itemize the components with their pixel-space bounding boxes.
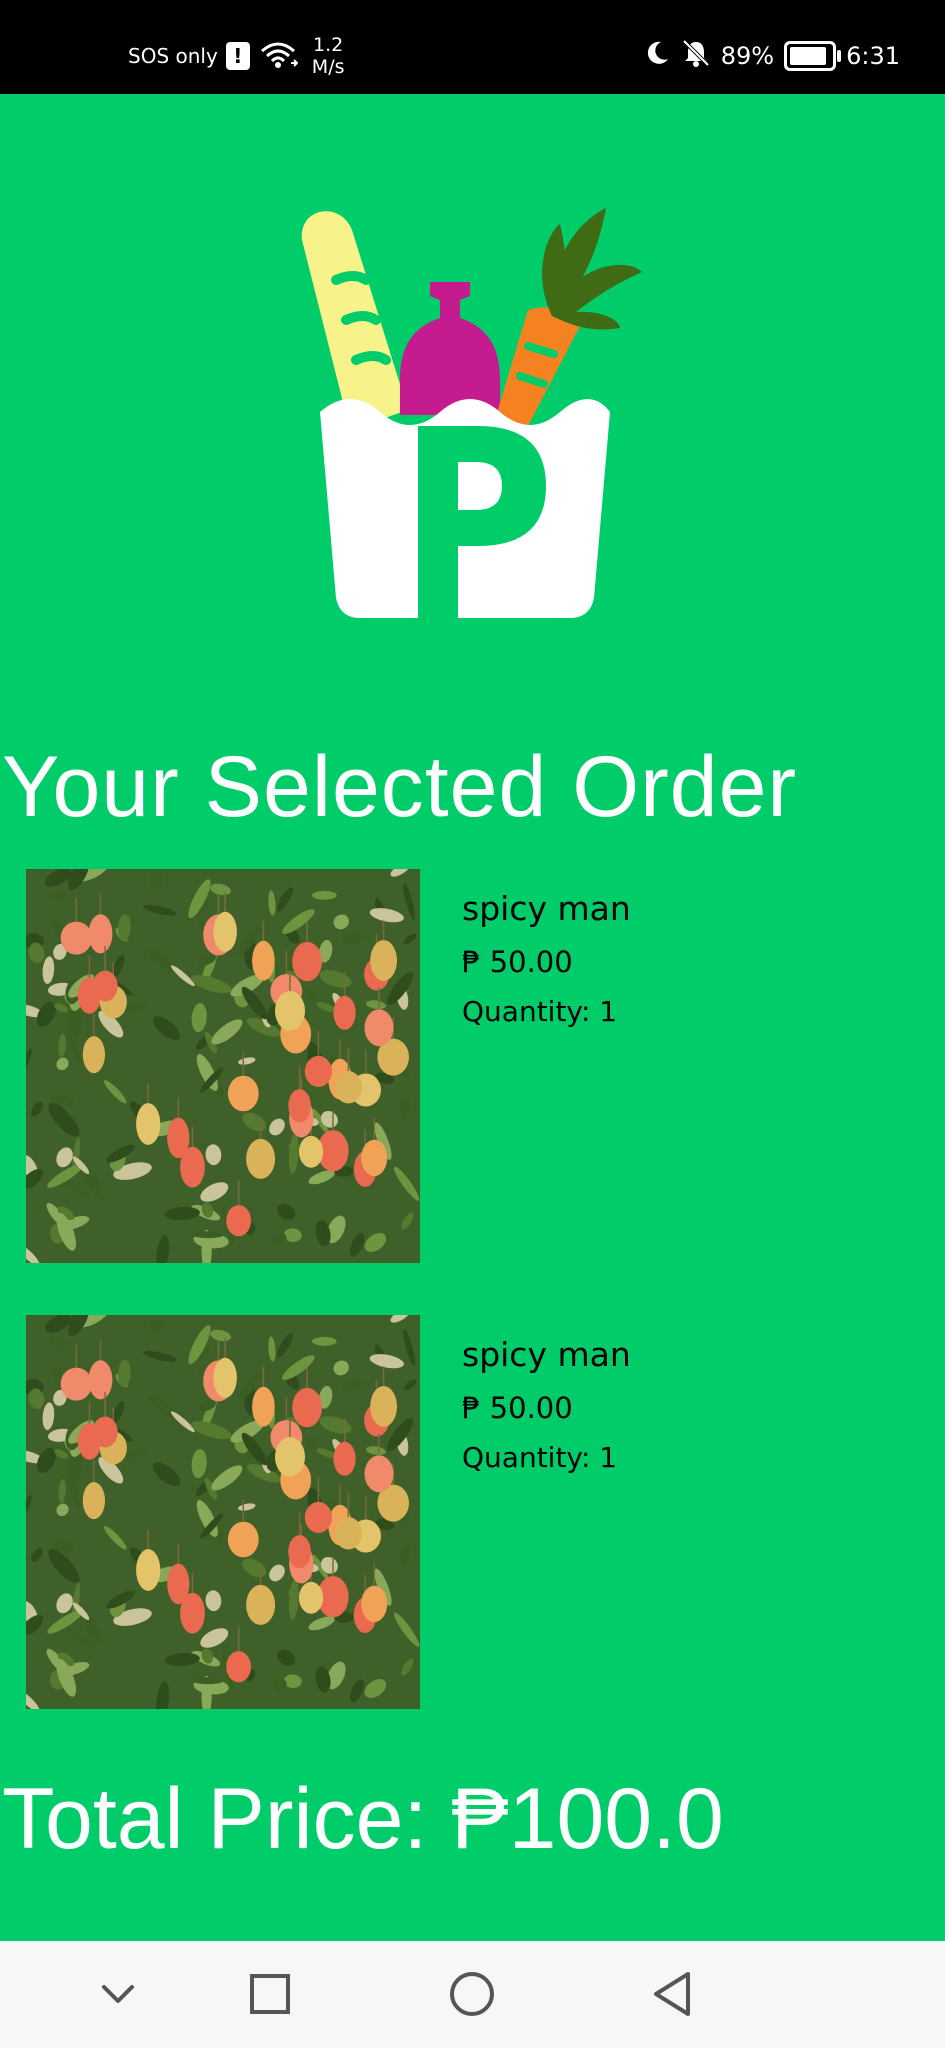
- wifi-icon: [258, 39, 299, 74]
- battery-level: [790, 47, 827, 65]
- status-bar: SOS only ! 1.2 M/s 89% 6:31: [0, 0, 945, 94]
- speed-value: 1.2: [313, 34, 344, 56]
- order-item[interactable]: spicy man ₱ 50.00 Quantity: 1: [26, 1315, 926, 1709]
- sim-alert-icon: !: [225, 42, 250, 70]
- product-name: spicy man: [462, 889, 631, 928]
- page-title: Your Selected Order: [2, 739, 798, 835]
- home-circle-icon[interactable]: [447, 1969, 497, 2019]
- app-logo: [290, 200, 690, 630]
- battery-percent: 89%: [720, 42, 775, 70]
- recent-apps-square-icon[interactable]: [245, 1969, 295, 2019]
- product-image: [26, 1315, 420, 1709]
- product-quantity: Quantity: 1: [462, 1441, 618, 1474]
- sos-text: SOS only: [128, 44, 218, 68]
- navigation-bar: [0, 1941, 945, 2048]
- product-price: ₱ 50.00: [462, 1391, 573, 1425]
- battery-icon: [784, 41, 842, 71]
- total-price: Total Price: ₱100.0: [2, 1771, 724, 1867]
- bell-off-icon: [681, 38, 711, 74]
- moon-icon: [643, 39, 671, 73]
- product-quantity: Quantity: 1: [462, 995, 618, 1028]
- product-image: [26, 869, 420, 1263]
- product-price: ₱ 50.00: [462, 945, 573, 979]
- clock: 6:31: [846, 42, 900, 70]
- order-item[interactable]: spicy man ₱ 50.00 Quantity: 1: [26, 869, 926, 1263]
- speed-unit: M/s: [311, 56, 345, 78]
- back-triangle-icon[interactable]: [647, 1969, 697, 2019]
- status-left: SOS only ! 1.2 M/s: [128, 34, 345, 78]
- status-right: 89% 6:31: [643, 38, 900, 74]
- chevron-down-icon[interactable]: [93, 1969, 143, 2019]
- bottle-shape: [400, 282, 500, 415]
- network-speed: 1.2 M/s: [312, 34, 345, 78]
- product-name: spicy man: [462, 1335, 631, 1374]
